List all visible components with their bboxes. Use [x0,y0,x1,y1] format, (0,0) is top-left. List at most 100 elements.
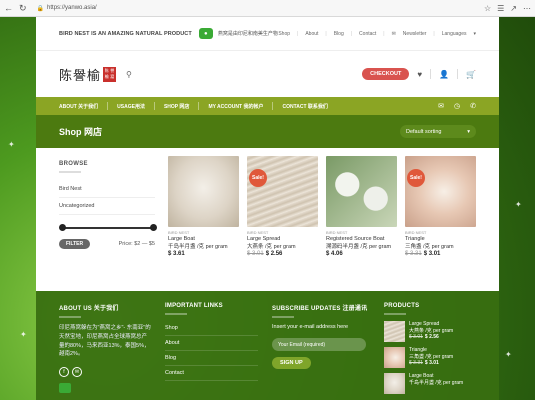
refresh-icon[interactable]: ↻ [19,3,27,13]
product-price: $ 4.06 [326,251,343,257]
footer-link-about[interactable]: About [165,336,258,351]
footer-product-item[interactable]: Large Boat 千岛半月盏 /克 per gram [384,373,474,394]
search-icon[interactable]: ⚲ [126,70,132,79]
product-image[interactable] [168,156,239,227]
checkout-button[interactable]: CHECKOUT [362,68,410,80]
sort-select[interactable]: Default sorting ▾ [400,125,476,138]
nav-item-shop[interactable]: SHOP 网店 [164,103,189,110]
promo-text: BIRD NEST IS AN AMAZING NATURAL PRODUCT [59,30,192,37]
wechat-icon[interactable]: ● [198,28,213,39]
footer-product-thumb[interactable] [384,347,405,368]
back-arrow-icon[interactable]: ← [4,3,13,13]
product-image[interactable]: Sale! [405,156,476,227]
mail-icon[interactable]: ✉ [438,102,444,110]
footer-link-blog[interactable]: Blog [165,351,258,366]
lock-icon: 🔒 [36,5,45,12]
newsletter-icon: ✉ [391,30,396,37]
nav-item-account[interactable]: MY ACCOUNT 我的帐户 [208,103,263,110]
website: BIRD NEST IS AN AMAZING NATURAL PRODUCT … [36,17,499,400]
footer-subscribe: SUBSCRIBE UPDATES 注册通讯 Insert your e-mai… [272,303,370,400]
chevron-down-icon: ▾ [473,30,476,37]
sort-select-value: Default sorting [406,128,442,135]
old-price: $ 3.01 [247,251,264,257]
price-slider-max-handle[interactable] [150,224,157,231]
site-logo[interactable]: 陈譽榆 陈 譽 榆 窩 [59,65,117,84]
footer-about: ABOUT US 关于我们 印尼燕窝躲在为"燕窝之乡"- 东南亚"的天然宝地，印… [59,303,151,400]
product-price: $ 3.31 $ 3.01 [405,251,441,257]
old-price: $ 3.31 [405,251,422,257]
product-category: BIRD NEST [405,230,427,235]
top-link-contact[interactable]: Contact [359,31,376,37]
product-image[interactable] [326,156,397,227]
footer-product-item[interactable]: Triangle 三角盏 /克 per gram $ 3.31 $ 3.01 [384,347,474,368]
filter-button[interactable]: FILTER [59,239,91,249]
top-link-blog[interactable]: Blog [334,31,344,37]
product-subname: 大燕条 /克 per gram [247,244,296,250]
top-link-newsletter[interactable]: Newsletter [403,31,427,37]
footer-about-heading: ABOUT US 关于我们 [59,306,119,312]
footer-product-thumb[interactable] [384,373,405,394]
email-input[interactable]: Your Email (required) [272,338,366,351]
site-footer: ABOUT US 关于我们 印尼燕窝躲在为"燕窝之乡"- 东南亚"的天然宝地，印… [36,291,499,400]
footer-links-heading: IMPORTANT LINKS [165,303,223,309]
product-subname: 三角盏 /克 per gram [405,244,454,250]
menu-icon[interactable]: ⋯ [523,4,531,13]
footer-product-price: $ 3.01 $ 2.56 [409,334,439,340]
price-range-text: Price: $2 — $5 [118,241,155,247]
nav-item-usage[interactable]: USAGE用法 [117,103,145,110]
facebook-icon[interactable]: f [59,367,69,378]
nav-item-contact[interactable]: CONTACT 联系我们 [282,103,327,110]
product-card[interactable]: BIRD NEST Registered Source Boat 溯源码半月盏 … [326,156,397,291]
price-slider-min-handle[interactable] [59,224,66,231]
phone-icon[interactable]: ✆ [470,102,476,110]
footer-link-shop[interactable]: Shop [165,321,258,336]
clock-icon[interactable]: ◷ [454,102,460,110]
share-icon[interactable]: ↗ [510,4,517,13]
product-card[interactable]: Sale! BIRD NEST Triangle 三角盏 /克 per gram… [405,156,476,291]
nav-item-about[interactable]: ABOUT 关于我们 [59,103,98,110]
product-category: BIRD NEST [326,230,348,235]
browser-toolbar: ← ↻ 🔒 https://yanwo.asia/ ☆ ☰ ↗ ⋯ [0,0,535,17]
user-icon[interactable]: 👤 [439,70,449,79]
shop-title-bar: Shop 网店 Default sorting ▾ [36,115,499,148]
top-link-shop[interactable]: Shop [278,31,290,37]
footer-product-thumb[interactable] [384,321,405,342]
logo-seal: 陈 譽 榆 窩 [103,66,117,82]
favorites-icon[interactable]: ☰ [497,4,504,13]
top-link-languages[interactable]: Languages [442,31,467,37]
footer-links: IMPORTANT LINKS Shop About Blog Contact [165,303,258,400]
cart-icon[interactable]: 🛒 [466,70,476,79]
main-navigation: ABOUT 关于我们 USAGE用法 SHOP 网店 MY ACCOUNT 我的… [36,97,499,115]
product-subname: 溯源码半月盏 /克 per gram [326,244,392,250]
browse-heading: BROWSE [59,161,88,167]
price-slider[interactable] [59,223,157,233]
product-grid: BIRD NEST Large Boat 千岛半月盏 /克 per gram $… [168,156,476,291]
email-icon[interactable]: ✉ [72,367,82,378]
sparkle-decoration: ✦ [20,330,27,339]
sale-badge: Sale! [407,169,425,187]
shop-content: BROWSE Bird Nest Uncategorized FILTER Pr… [36,148,499,291]
product-category: BIRD NEST [168,230,190,235]
wishlist-heart-icon[interactable]: ♥ [417,70,422,79]
footer-product-item[interactable]: Large Spread 大燕条 /克 per gram $ 3.01 $ 2.5… [384,321,474,342]
product-price: $ 3.01 $ 2.56 [247,251,283,257]
product-image[interactable]: Sale! [247,156,318,227]
footer-product-price: $ 3.31 $ 3.01 [409,360,439,366]
sale-badge: Sale! [249,169,267,187]
address-bar[interactable]: 🔒 https://yanwo.asia/ [37,5,97,12]
sparkle-decoration: ✦ [8,140,15,149]
wechat-icon[interactable] [59,383,71,394]
top-bar: BIRD NEST IS AN AMAZING NATURAL PRODUCT … [36,17,499,51]
footer-link-contact[interactable]: Contact [165,366,258,381]
product-card[interactable]: BIRD NEST Large Boat 千岛半月盏 /克 per gram $… [168,156,239,291]
footer-product-subname: 千岛半月盏 /克 per gram [409,379,464,386]
category-link-bird-nest[interactable]: Bird Nest [59,181,155,198]
product-card[interactable]: Sale! BIRD NEST Large Spread 大燕条 /克 per … [247,156,318,291]
footer-about-text: 印尼燕窝躲在为"燕窝之乡"- 东南亚"的天然宝地，印尼燕窝占全球燕窝总产量的80… [59,325,151,358]
product-price: $ 3.61 [168,251,185,257]
star-icon[interactable]: ☆ [484,4,491,13]
category-link-uncategorized[interactable]: Uncategorized [59,198,155,215]
signup-button[interactable]: SIGN UP [272,357,311,369]
header-actions: CHECKOUT ♥ 👤 🛒 [362,68,476,80]
top-link-about[interactable]: About [305,31,318,37]
